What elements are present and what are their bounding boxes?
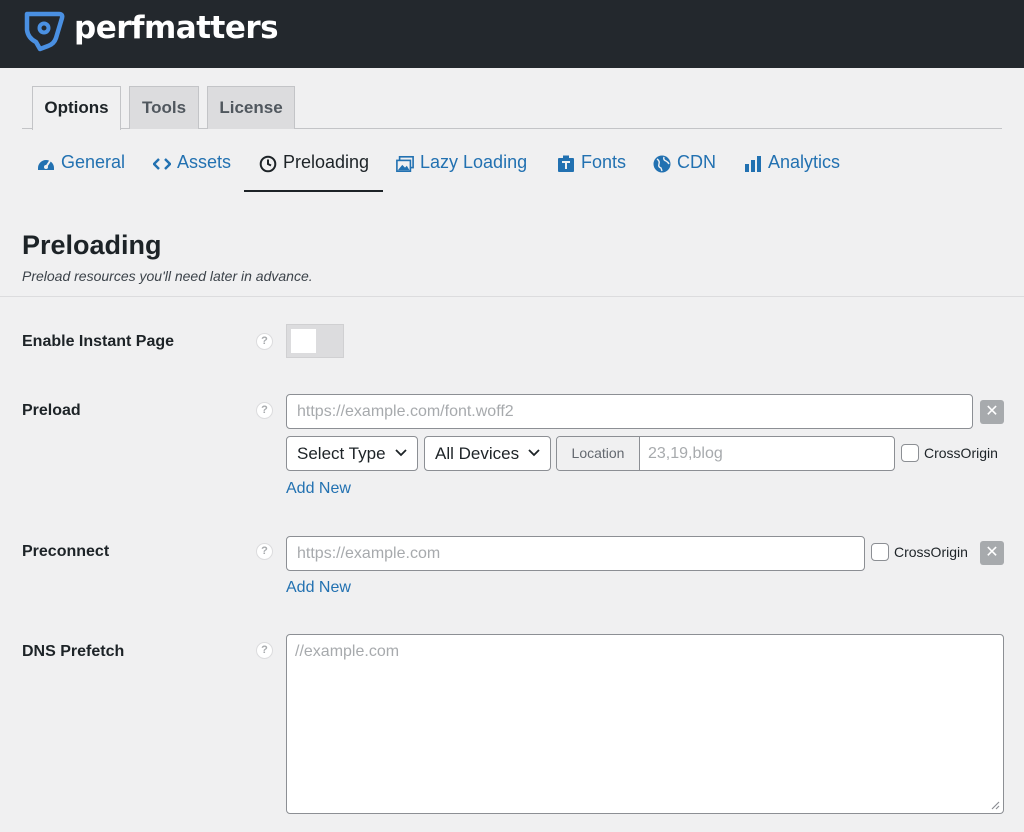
chevron-down-icon	[528, 449, 540, 457]
preload-label: Preload	[22, 402, 81, 419]
chevron-down-icon	[395, 449, 407, 457]
toggle-knob	[291, 329, 316, 353]
preload-remove-button[interactable]: ✕	[980, 400, 1004, 424]
tab-options[interactable]: Options	[32, 86, 121, 130]
location-prefix: Location	[557, 437, 640, 470]
resize-handle-icon[interactable]	[990, 800, 1000, 810]
subnav-lazy-loading[interactable]: Lazy Loading	[396, 144, 527, 192]
page-title: Preloading	[22, 230, 162, 260]
section-divider	[0, 296, 1024, 297]
dns-prefetch-label: DNS Prefetch	[22, 643, 125, 660]
perfmatters-logo-icon	[24, 11, 65, 52]
preload-type-select[interactable]: Select Type	[286, 436, 418, 471]
preload-url-input[interactable]	[286, 394, 973, 429]
instant-page-help-icon[interactable]: ?	[256, 333, 273, 350]
instant-page-label: Enable Instant Page	[22, 333, 175, 350]
preconnect-add-new-link[interactable]: Add New	[286, 578, 351, 598]
sub-navigation: General Assets Preloading Lazy Loading F…	[0, 144, 1024, 192]
subnav-assets[interactable]: Assets	[153, 144, 231, 192]
preload-device-value: All Devices	[435, 444, 520, 463]
preconnect-url-input[interactable]	[286, 536, 865, 571]
preload-type-value: Select Type	[297, 444, 386, 463]
subnav-assets-label: Assets	[177, 152, 232, 172]
preload-device-select[interactable]: All Devices	[424, 436, 551, 471]
subnav-analytics[interactable]: Analytics	[744, 144, 840, 192]
preconnect-crossorigin-checkbox[interactable]	[871, 543, 889, 561]
clock-icon	[259, 155, 277, 173]
tab-license[interactable]: License	[207, 86, 295, 129]
subnav-general-label: General	[61, 152, 126, 172]
globe-icon	[653, 155, 671, 173]
preload-crossorigin-label: CrossOrigin	[924, 445, 998, 461]
preload-crossorigin-checkbox[interactable]	[901, 444, 919, 462]
preload-help-icon[interactable]: ?	[256, 402, 273, 419]
tab-tools[interactable]: Tools	[129, 86, 199, 129]
subnav-analytics-label: Analytics	[768, 152, 841, 172]
preconnect-remove-button[interactable]: ✕	[980, 541, 1004, 565]
top-bar: perfmatters	[0, 0, 1024, 68]
chart-icon	[745, 156, 761, 172]
preconnect-crossorigin[interactable]: CrossOrigin	[871, 543, 968, 561]
instant-page-toggle[interactable]	[286, 324, 344, 358]
subnav-lazy-loading-label: Lazy Loading	[420, 152, 528, 172]
preload-location-input[interactable]	[640, 437, 894, 470]
subnav-fonts[interactable]: Fonts	[557, 144, 626, 192]
code-icon	[153, 158, 171, 170]
settings-tabs: Options Tools License	[22, 86, 1002, 130]
subnav-preloading-label: Preloading	[283, 152, 370, 172]
preconnect-crossorigin-label: CrossOrigin	[894, 544, 968, 560]
subnav-preloading[interactable]: Preloading	[244, 144, 383, 192]
page-description: Preload resources you'll need later in a…	[22, 268, 313, 284]
fonts-icon	[558, 155, 574, 172]
preconnect-help-icon[interactable]: ?	[256, 543, 273, 560]
images-icon	[396, 155, 414, 173]
preconnect-label: Preconnect	[22, 543, 110, 560]
preload-location-group: Location	[556, 436, 895, 471]
brand-name: perfmatters	[74, 10, 279, 46]
preload-add-new-link[interactable]: Add New	[286, 479, 351, 499]
subnav-fonts-label: Fonts	[581, 152, 627, 172]
subnav-cdn[interactable]: CDN	[653, 144, 716, 192]
dns-prefetch-help-icon[interactable]: ?	[256, 642, 273, 659]
dns-prefetch-textarea[interactable]	[286, 634, 1004, 814]
preload-crossorigin[interactable]: CrossOrigin	[901, 444, 998, 462]
subnav-general[interactable]: General	[37, 144, 125, 192]
dashboard-icon	[38, 160, 54, 170]
subnav-cdn-label: CDN	[677, 152, 716, 172]
